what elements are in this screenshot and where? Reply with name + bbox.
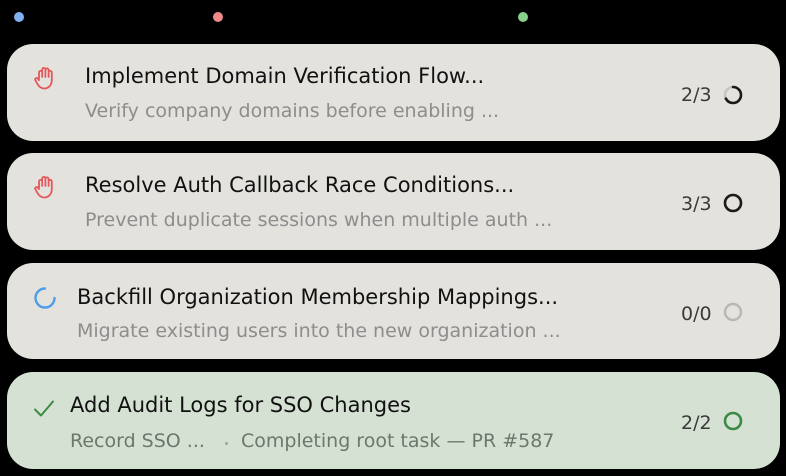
task-progress-count: 2/2 <box>681 412 712 434</box>
raised-hand-icon <box>34 67 53 90</box>
blue-dot-icon <box>14 12 24 22</box>
task-card-audit-logs[interactable]: Add Audit Logs for SSO Changes Record SS… <box>7 372 780 469</box>
status-dots-bar <box>0 0 786 36</box>
task-card-backfill-membership[interactable]: Backfill Organization Membership Mapping… <box>7 263 780 359</box>
progress-ring-icon <box>723 85 743 105</box>
progress-ring-icon <box>723 411 743 431</box>
task-subtitle: Record SSO ... <box>70 430 205 452</box>
green-dot-icon <box>518 12 528 22</box>
task-title: Implement Domain Verification Flow... <box>85 64 485 88</box>
checkmark-icon <box>34 400 54 417</box>
task-subtitle: Migrate existing users into the new orga… <box>77 320 561 342</box>
separator-dot <box>225 442 228 445</box>
task-subtitle-status: Completing root task — PR #587 <box>241 430 555 452</box>
progress-ring-icon <box>723 302 743 322</box>
task-progress-count: 0/0 <box>681 303 712 325</box>
task-progress-count: 2/3 <box>681 84 712 106</box>
task-title: Resolve Auth Callback Race Conditions... <box>85 173 515 197</box>
task-card-domain-verification[interactable]: Implement Domain Verification Flow... Ve… <box>7 44 780 141</box>
task-title: Backfill Organization Membership Mapping… <box>77 285 559 309</box>
task-title: Add Audit Logs for SSO Changes <box>70 393 411 417</box>
task-progress-count: 3/3 <box>681 193 712 215</box>
raised-hand-icon <box>34 176 53 199</box>
task-card-auth-callback[interactable]: Resolve Auth Callback Race Conditions...… <box>7 153 780 250</box>
progress-ring-icon <box>723 193 743 213</box>
spinner-icon <box>34 287 56 309</box>
task-subtitle: Verify company domains before enabling .… <box>85 100 500 122</box>
task-subtitle: Prevent duplicate sessions when multiple… <box>85 209 553 231</box>
red-dot-icon <box>213 12 223 22</box>
